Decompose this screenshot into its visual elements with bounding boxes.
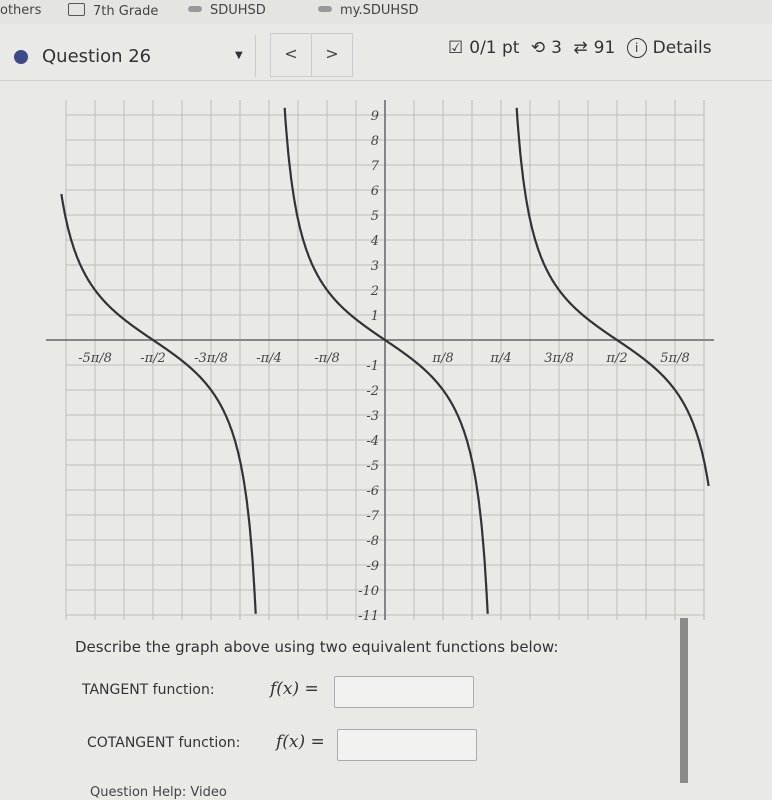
y-tick-label: -10 <box>358 584 379 599</box>
x-tick-label: π/8 <box>431 351 453 366</box>
y-tick-label: 2 <box>370 284 379 299</box>
bookmark-7th-grade[interactable]: 7th Grade <box>68 3 158 19</box>
bookmark-label: SDUHSD <box>210 3 266 18</box>
question-title: Question 26 <box>42 46 152 67</box>
y-tick-label: -4 <box>366 434 379 449</box>
cloud-icon <box>188 6 202 12</box>
retries-count: 3 <box>551 38 562 58</box>
x-tick-label: -π/8 <box>314 351 340 366</box>
retry-icon: ⟲ <box>530 38 546 58</box>
graph: -5π/8 -π/2 -3π/8 -π/4 -π/8 π/8 π/4 3π/8 π/2 5π/8 9… <box>46 100 714 620</box>
folder-icon <box>68 3 85 16</box>
y-tick-label: -3 <box>366 409 379 424</box>
attempts-icon: ⇄ <box>573 38 588 58</box>
curve-branch <box>60 193 257 614</box>
bookmark-my-sduhsd[interactable]: my.SDUHSD <box>318 3 418 18</box>
bookmarks-bar: others 7th Grade SDUHSD my.SDUHSD <box>0 0 772 24</box>
y-tick-label: -11 <box>358 609 379 620</box>
x-tick-label: -π/4 <box>256 351 282 366</box>
y-tick-label: 1 <box>371 309 379 324</box>
y-tick-label: 5 <box>371 209 379 224</box>
attempts-count: 91 <box>593 38 616 58</box>
x-tick-label: -3π/8 <box>194 351 228 366</box>
question-prompt: Describe the graph above using two equiv… <box>75 638 559 656</box>
y-tick-label: 7 <box>371 159 380 174</box>
checkbox-icon: ☑ <box>448 38 464 58</box>
question-header: Question 26 ▼ < > ☑ 0/1 pt ⟲ 3 ⇄ 91 i Detail… <box>0 30 772 81</box>
question-stats: ☑ 0/1 pt ⟲ 3 ⇄ 91 i Details <box>448 38 718 58</box>
x-tick-label: 5π/8 <box>660 351 689 366</box>
y-tick-label: 4 <box>370 234 379 249</box>
y-tick-label: -7 <box>366 509 379 524</box>
tangent-fx: f(x) = <box>270 679 319 699</box>
scrollbar[interactable] <box>680 618 688 783</box>
tangent-label: TANGENT function: <box>82 682 215 698</box>
chevron-down-icon[interactable]: ▼ <box>235 50 243 61</box>
y-tick-label: -6 <box>366 484 379 499</box>
cotangent-answer-input[interactable] <box>337 729 477 761</box>
score: 0/1 pt <box>469 38 520 58</box>
y-tick-label: 9 <box>371 109 379 124</box>
y-tick-label: -5 <box>366 459 379 474</box>
next-question-button[interactable]: > <box>311 33 353 77</box>
bookmark-label: my.SDUHSD <box>340 3 419 18</box>
status-dot <box>14 50 28 64</box>
y-tick-label: -9 <box>366 559 379 574</box>
bookmark-sduhsd[interactable]: SDUHSD <box>188 3 266 18</box>
x-tick-label: π/4 <box>489 351 511 366</box>
x-tick-label: -5π/8 <box>78 351 112 366</box>
tangent-answer-input[interactable] <box>334 676 474 708</box>
info-icon[interactable]: i <box>626 38 647 58</box>
y-tick-label: 8 <box>371 134 379 149</box>
question-select[interactable] <box>175 35 256 77</box>
bookmark-others[interactable]: others <box>0 3 41 18</box>
y-tick-label: -2 <box>366 384 379 399</box>
question-help[interactable]: Question Help: Video <box>90 785 227 800</box>
bookmark-label: 7th Grade <box>93 4 159 19</box>
y-tick-label: 6 <box>371 184 379 199</box>
bookmark-label: others <box>0 3 42 18</box>
cloud-icon <box>318 6 332 12</box>
x-tick-label: -π/2 <box>140 351 166 366</box>
details-link[interactable]: Details <box>653 38 712 58</box>
prev-question-button[interactable]: < <box>270 33 312 77</box>
y-tick-label: -8 <box>366 534 379 549</box>
y-tick-label: 3 <box>371 259 379 274</box>
y-tick-label: -1 <box>366 359 379 374</box>
cotangent-fx: f(x) = <box>276 732 325 752</box>
x-tick-label: 3π/8 <box>544 351 573 366</box>
cotangent-label: COTANGENT function: <box>87 735 241 751</box>
x-tick-label: π/2 <box>605 351 627 366</box>
